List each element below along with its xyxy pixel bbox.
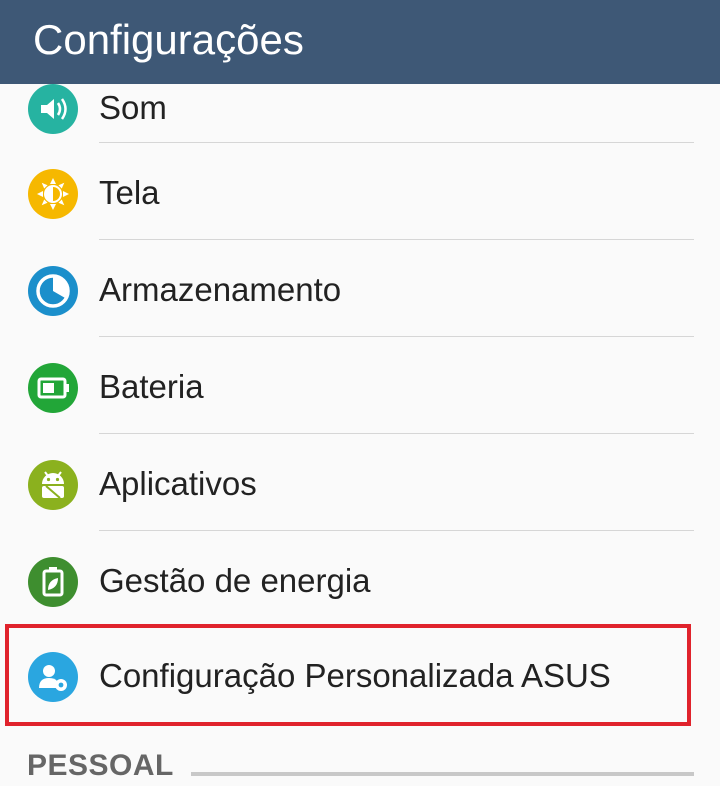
divider [99, 239, 694, 240]
settings-item-label: Armazenamento [99, 271, 342, 308]
settings-item-aplicativos[interactable]: Aplicativos [0, 436, 720, 533]
page-title: Configurações [33, 16, 304, 63]
settings-item-armazenamento[interactable]: Armazenamento [0, 242, 720, 339]
settings-item-configuracao-personalizada-asus[interactable]: Configuração Personalizada ASUS [0, 628, 720, 725]
settings-item-label: Tela [99, 174, 160, 211]
divider [99, 142, 694, 143]
settings-item-label: Som [99, 89, 167, 126]
brightness-icon [28, 169, 78, 219]
settings-list: Som Tela Armazenamento Bateria Aplicativ… [0, 0, 720, 785]
section-divider [191, 772, 694, 776]
settings-item-label: Aplicativos [99, 465, 257, 502]
settings-item-label: Configuração Personalizada ASUS [99, 657, 611, 694]
section-header-pessoal: PESSOAL [27, 746, 697, 786]
settings-item-label: Bateria [99, 368, 204, 405]
divider [99, 433, 694, 434]
settings-item-label: Gestão de energia [99, 562, 371, 599]
app-bar: Configurações [0, 0, 720, 84]
battery-icon [28, 363, 78, 413]
storage-pie-icon [28, 266, 78, 316]
android-icon [28, 460, 78, 510]
settings-item-gestao-de-energia[interactable]: Gestão de energia [0, 533, 720, 630]
user-settings-icon [28, 652, 78, 702]
settings-item-bateria[interactable]: Bateria [0, 339, 720, 436]
volume-icon [28, 84, 78, 134]
section-title: PESSOAL [27, 749, 174, 782]
divider [99, 336, 694, 337]
divider [99, 530, 694, 531]
settings-item-tela[interactable]: Tela [0, 145, 720, 242]
power-management-leaf-icon [28, 557, 78, 607]
